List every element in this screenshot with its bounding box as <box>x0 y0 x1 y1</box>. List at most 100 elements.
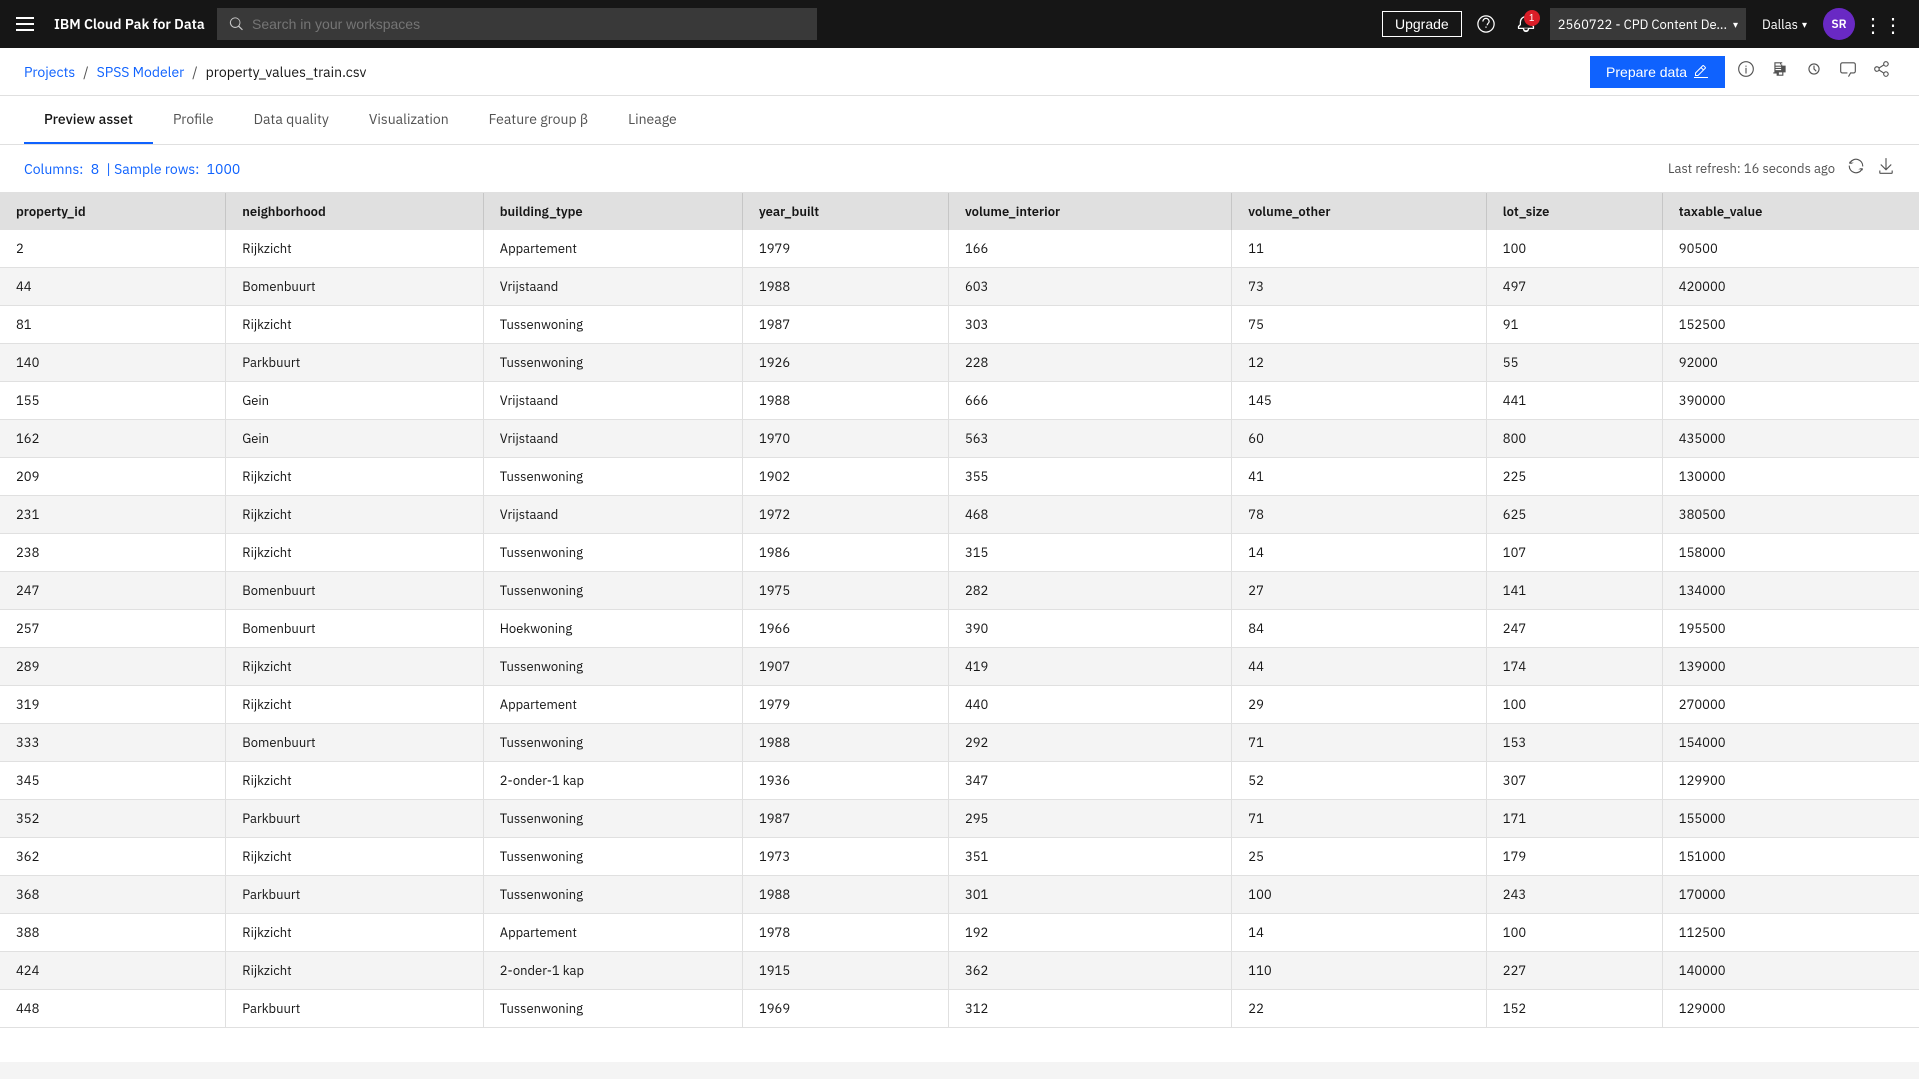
toolbar-info: Columns: 8 | Sample rows: 1000 <box>24 160 240 178</box>
user-avatar[interactable]: SR <box>1823 8 1855 40</box>
table-cell: 195500 <box>1662 610 1919 648</box>
table-cell: 2-onder-1 kap <box>483 952 742 990</box>
table-header-row: property_id neighborhood building_type y… <box>0 193 1919 230</box>
prepare-data-button[interactable]: Prepare data <box>1590 56 1725 88</box>
table-cell: 312 <box>948 990 1231 1028</box>
columns-value: 8 <box>91 160 99 178</box>
table-cell: Appartement <box>483 686 742 724</box>
table-cell: 100 <box>1232 876 1487 914</box>
table-cell: Vrijstaand <box>483 496 742 534</box>
table-cell: 1915 <box>742 952 948 990</box>
table-cell: 91 <box>1486 306 1662 344</box>
tab-lineage[interactable]: Lineage <box>608 96 697 144</box>
table-cell: 448 <box>0 990 226 1028</box>
table-row: 388RijkzichtAppartement19781921410011250… <box>0 914 1919 952</box>
tab-preview-asset[interactable]: Preview asset <box>24 96 153 144</box>
table-cell: Parkbuurt <box>226 800 483 838</box>
table-cell: 282 <box>948 572 1231 610</box>
table-cell: 1988 <box>742 724 948 762</box>
info-icon[interactable] <box>1733 56 1759 87</box>
table-cell: 12 <box>1232 344 1487 382</box>
region-name: Dallas <box>1762 16 1798 33</box>
table-cell: 141 <box>1486 572 1662 610</box>
table-body: 2RijkzichtAppartement1979166111009050044… <box>0 230 1919 1028</box>
table-cell: Tussenwoning <box>483 534 742 572</box>
table-cell: 420000 <box>1662 268 1919 306</box>
table-cell: 231 <box>0 496 226 534</box>
tab-profile[interactable]: Profile <box>153 96 234 144</box>
table-cell: 303 <box>948 306 1231 344</box>
tab-data-quality[interactable]: Data quality <box>234 96 349 144</box>
table-cell: 238 <box>0 534 226 572</box>
table-cell: 14 <box>1232 914 1487 952</box>
chat-icon[interactable] <box>1835 56 1861 87</box>
table-cell: Hoekwoning <box>483 610 742 648</box>
table-row: 333BomenbuurtTussenwoning198829271153154… <box>0 724 1919 762</box>
table-row: 362RijkzichtTussenwoning1973351251791510… <box>0 838 1919 876</box>
table-cell: 301 <box>948 876 1231 914</box>
table-cell: 209 <box>0 458 226 496</box>
upgrade-button[interactable]: Upgrade <box>1382 11 1462 37</box>
history-icon[interactable] <box>1801 56 1827 87</box>
table-cell: Bomenbuurt <box>226 610 483 648</box>
breadcrumb-projects[interactable]: Projects <box>24 63 75 81</box>
table-cell: 100 <box>1486 914 1662 952</box>
app-switcher-icon[interactable]: ⋮⋮ <box>1863 11 1903 38</box>
table-cell: Parkbuurt <box>226 990 483 1028</box>
region-chevron-icon: ▾ <box>1802 18 1807 31</box>
table-cell: Rijkzicht <box>226 648 483 686</box>
table-cell: 292 <box>948 724 1231 762</box>
breadcrumb-actions: Prepare data <box>1590 56 1895 88</box>
table-cell: 1986 <box>742 534 948 572</box>
tab-feature-group[interactable]: Feature group β <box>469 96 608 144</box>
search-input[interactable] <box>252 16 805 32</box>
table-cell: Rijkzicht <box>226 306 483 344</box>
table-row: 352ParkbuurtTussenwoning1987295711711550… <box>0 800 1919 838</box>
region-selector[interactable]: Dallas ▾ <box>1754 8 1815 40</box>
refresh-icon[interactable] <box>1847 157 1865 180</box>
table-cell: 368 <box>0 876 226 914</box>
table-cell: 1936 <box>742 762 948 800</box>
table-cell: 380500 <box>1662 496 1919 534</box>
table-cell: 52 <box>1232 762 1487 800</box>
table-cell: 625 <box>1486 496 1662 534</box>
table-cell: 107 <box>1486 534 1662 572</box>
table-cell: Bomenbuurt <box>226 572 483 610</box>
table-cell: 390000 <box>1662 382 1919 420</box>
table-cell: 112500 <box>1662 914 1919 952</box>
search-bar[interactable] <box>217 8 817 40</box>
table-cell: 388 <box>0 914 226 952</box>
table-cell: 170000 <box>1662 876 1919 914</box>
table-row: 155GeinVrijstaand1988666145441390000 <box>0 382 1919 420</box>
notification-badge: 1 <box>1524 10 1540 26</box>
breadcrumb-spss[interactable]: SPSS Modeler <box>97 63 185 81</box>
table-cell: 140000 <box>1662 952 1919 990</box>
breadcrumb-left: Projects / SPSS Modeler / property_value… <box>24 63 366 81</box>
account-selector[interactable]: 2560722 - CPD Content De... ▾ <box>1550 8 1746 40</box>
table-row: 257BomenbuurtHoekwoning19663908424719550… <box>0 610 1919 648</box>
table-cell: 227 <box>1486 952 1662 990</box>
table-cell: 468 <box>948 496 1231 534</box>
table-cell: 154000 <box>1662 724 1919 762</box>
table-cell: 1969 <box>742 990 948 1028</box>
table-cell: 1988 <box>742 268 948 306</box>
table-cell: 110 <box>1232 952 1487 990</box>
share-icon[interactable] <box>1869 56 1895 87</box>
notifications-button[interactable]: 1 <box>1510 8 1542 40</box>
table-cell: Parkbuurt <box>226 876 483 914</box>
table-cell: Tussenwoning <box>483 990 742 1028</box>
breadcrumb-sep-1: / <box>83 63 88 81</box>
table-cell: 1988 <box>742 876 948 914</box>
table-cell: 1926 <box>742 344 948 382</box>
tab-visualization[interactable]: Visualization <box>349 96 469 144</box>
table-cell: 347 <box>948 762 1231 800</box>
table-cell: 247 <box>1486 610 1662 648</box>
help-button[interactable] <box>1470 8 1502 40</box>
table-cell: 130000 <box>1662 458 1919 496</box>
table-cell: 55 <box>1486 344 1662 382</box>
schema-icon[interactable] <box>1767 56 1793 87</box>
table-cell: 152500 <box>1662 306 1919 344</box>
hamburger-menu[interactable] <box>16 17 34 31</box>
download-icon[interactable] <box>1877 157 1895 180</box>
table-cell: 440 <box>948 686 1231 724</box>
